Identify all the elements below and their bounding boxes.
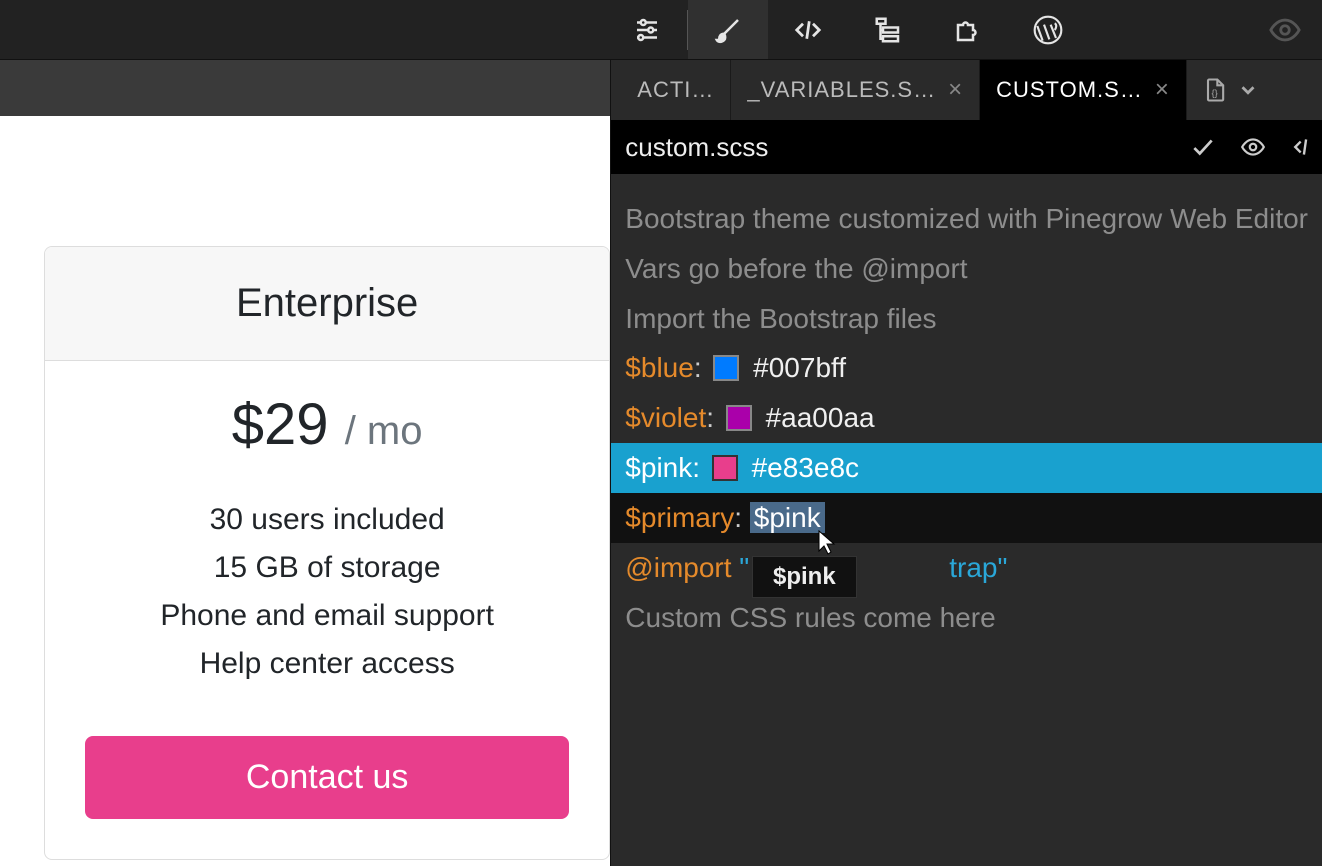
preview-canvas: Enterprise $29 / mo 30 users included 15… <box>0 116 610 866</box>
code-line-selected[interactable]: $pink: #e83e8c <box>611 443 1322 493</box>
braces-file-icon[interactable]: {} <box>1201 75 1229 105</box>
var-name: $pink <box>625 452 692 483</box>
filename: custom.scss <box>625 132 768 163</box>
feature-item: Help center access <box>85 640 569 688</box>
close-icon[interactable]: × <box>948 76 963 104</box>
var-name: $blue <box>625 352 694 383</box>
autocomplete-selection[interactable]: $pink <box>750 502 825 533</box>
code-icon[interactable] <box>1290 134 1308 160</box>
autocomplete-dropdown[interactable]: $pink <box>752 556 857 598</box>
puzzle-button[interactable] <box>928 0 1008 59</box>
brush-button[interactable] <box>688 0 768 59</box>
top-toolbar <box>0 0 1322 60</box>
tab-variables[interactable]: _VARIABLES.S… × <box>731 60 980 120</box>
eye-icon[interactable] <box>1238 134 1268 160</box>
tab-tail-actions: {} <box>1187 75 1259 105</box>
comment-line: Vars go before the @import <box>625 253 967 284</box>
file-bar: custom.scss <box>611 120 1322 174</box>
tab-label: _VARIABLES.S… <box>747 77 936 103</box>
comment-line: Import the Bootstrap files <box>625 303 936 334</box>
editor-pane: ACTI… _VARIABLES.S… × CUSTOM.S… × {} <box>610 60 1322 866</box>
tab-custom-scss[interactable]: CUSTOM.S… × <box>980 60 1187 120</box>
tab-row: ACTI… _VARIABLES.S… × CUSTOM.S… × {} <box>611 60 1322 120</box>
tree-button[interactable] <box>848 0 928 59</box>
color-swatch[interactable] <box>726 405 752 431</box>
comment-line: Custom CSS rules come here <box>625 602 995 633</box>
card-body: $29 / mo 30 users included 15 GB of stor… <box>45 361 609 859</box>
code-editor[interactable]: Bootstrap theme customized with Pinegrow… <box>611 174 1322 866</box>
chevron-down-icon[interactable] <box>1237 79 1259 101</box>
var-name: $violet <box>625 402 706 433</box>
tab-label: CUSTOM.S… <box>996 77 1143 103</box>
color-swatch[interactable] <box>712 455 738 481</box>
color-swatch[interactable] <box>713 355 739 381</box>
comment-line: Bootstrap theme customized with Pinegrow… <box>625 203 1308 234</box>
feature-item: 30 users included <box>85 496 569 544</box>
at-rule: @import <box>625 552 731 583</box>
feature-item: Phone and email support <box>85 592 569 640</box>
var-name: $primary <box>625 502 734 533</box>
close-icon[interactable]: × <box>1155 76 1170 104</box>
tab-label: ACTI… <box>637 77 714 103</box>
pricing-card: Enterprise $29 / mo 30 users included 15… <box>44 246 610 860</box>
contact-button[interactable]: Contact us <box>85 736 569 819</box>
feature-item: 15 GB of storage <box>85 544 569 592</box>
autocomplete-item[interactable]: $pink <box>773 563 836 590</box>
sliders-button[interactable] <box>607 0 687 59</box>
visibility-toggle-icon[interactable] <box>1268 13 1302 47</box>
toolbar-buttons <box>607 0 1088 59</box>
color-value: #e83e8c <box>752 452 859 483</box>
price-suffix: / mo <box>345 409 423 453</box>
check-icon[interactable] <box>1190 134 1216 160</box>
tab-active-css[interactable]: ACTI… <box>621 60 731 120</box>
file-actions <box>1190 134 1308 160</box>
wordpress-button[interactable] <box>1008 0 1088 59</box>
price-amount: $29 <box>232 392 329 457</box>
code-button[interactable] <box>768 0 848 59</box>
preview-pane: Enterprise $29 / mo 30 users included 15… <box>0 60 610 866</box>
color-value: #007bff <box>753 352 846 383</box>
string-literal: " <box>739 552 749 583</box>
price: $29 / mo <box>85 391 569 458</box>
color-value: #aa00aa <box>766 402 875 433</box>
string-literal: trap" <box>949 552 1007 583</box>
svg-text:{}: {} <box>1211 88 1217 98</box>
card-title: Enterprise <box>45 247 609 361</box>
